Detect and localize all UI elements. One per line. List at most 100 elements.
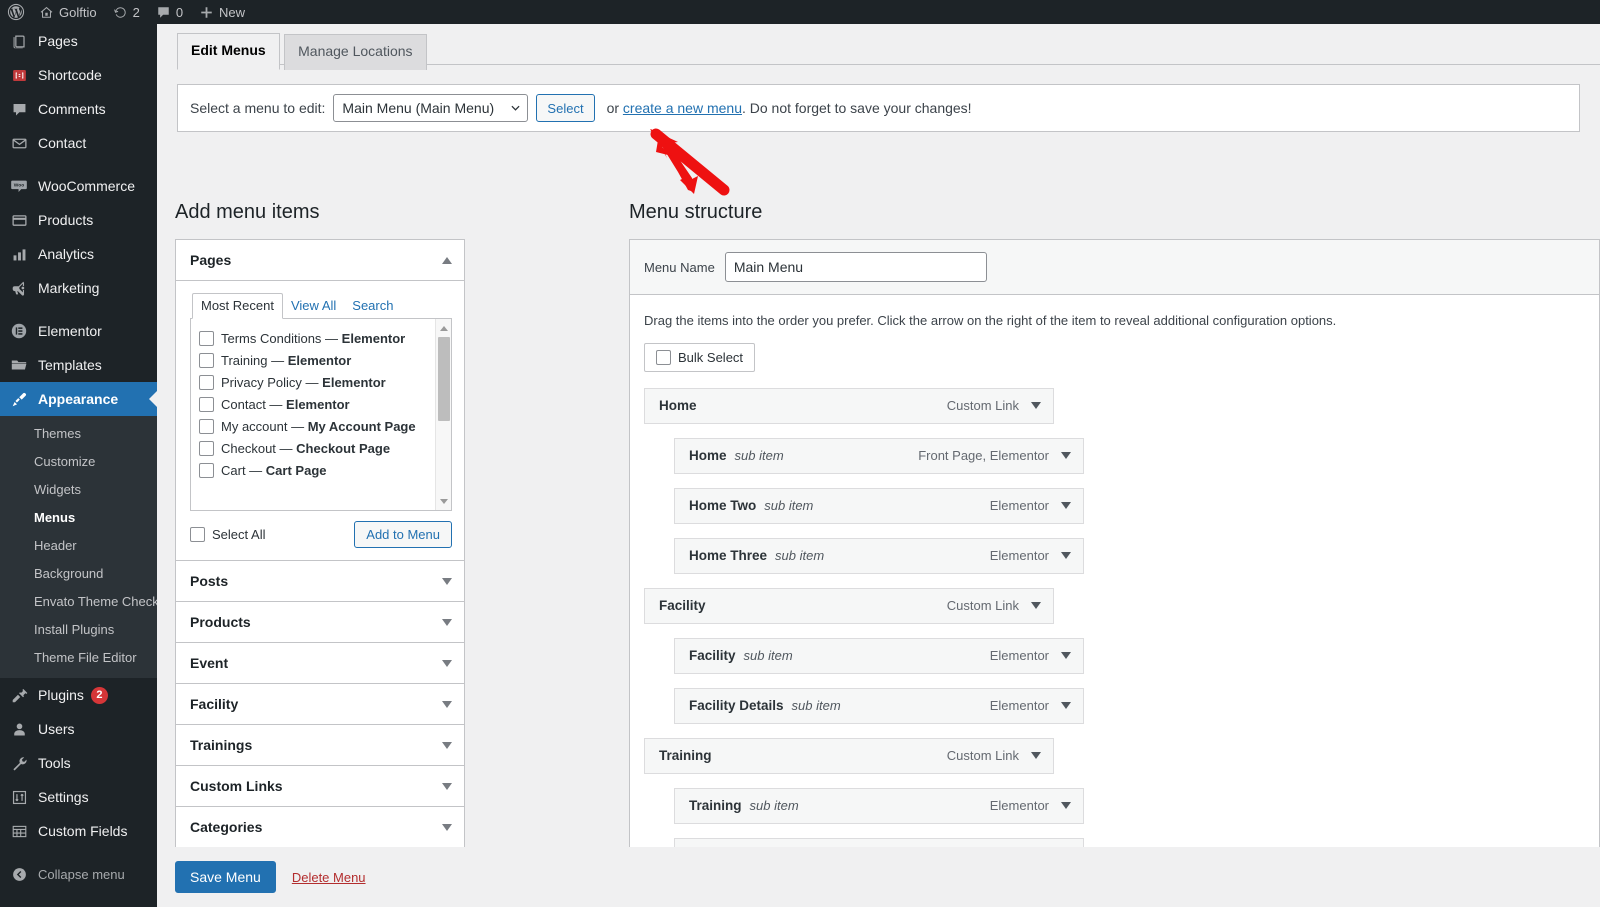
list-item[interactable]: Terms Conditions — Elementor: [199, 327, 433, 349]
chevron-down-icon: [442, 701, 452, 708]
chevron-down-icon[interactable]: [1061, 552, 1071, 559]
select-all-checkbox-row[interactable]: Select All: [190, 527, 265, 542]
menu-item-row[interactable]: Facility sub item Elementor: [674, 638, 1084, 674]
page-checkbox[interactable]: [199, 419, 214, 434]
sidebar-item-marketing[interactable]: Marketing: [0, 271, 157, 305]
chevron-down-icon[interactable]: [1061, 802, 1071, 809]
create-new-menu-link[interactable]: create a new menu: [623, 100, 742, 116]
sidebar-subitem-install-plugins[interactable]: Install Plugins: [0, 616, 157, 644]
menu-name-input[interactable]: [725, 252, 987, 282]
sidebar-item-woocommerce[interactable]: Woo WooCommerce: [0, 169, 157, 203]
sidebar-subitem-menus[interactable]: Menus: [0, 504, 157, 532]
accordion-header-trainings[interactable]: Trainings: [176, 725, 464, 766]
menu-item-row[interactable]: Home Three sub item Elementor: [674, 538, 1084, 574]
sidebar-item-settings[interactable]: Settings: [0, 780, 157, 814]
accordion-header-custom-links[interactable]: Custom Links: [176, 766, 464, 807]
comments-count: 0: [176, 5, 183, 20]
sidebar-subitem-customize[interactable]: Customize: [0, 448, 157, 476]
accordion-header-posts[interactable]: Posts: [176, 561, 464, 602]
menu-item-row[interactable]: Facility Custom Link: [644, 588, 1054, 624]
add-to-menu-button[interactable]: Add to Menu: [354, 521, 452, 548]
list-item[interactable]: Checkout — Checkout Page: [199, 437, 433, 459]
save-menu-button[interactable]: Save Menu: [175, 861, 276, 894]
sidebar-item-elementor[interactable]: Elementor: [0, 314, 157, 348]
bulk-select-toggle[interactable]: Bulk Select: [644, 343, 755, 372]
list-item[interactable]: Cart — Cart Page: [199, 459, 433, 481]
page-checkbox[interactable]: [199, 397, 214, 412]
pages-tab-view-all[interactable]: View All: [283, 294, 344, 318]
sidebar-item-products[interactable]: Products: [0, 203, 157, 237]
chevron-down-icon[interactable]: [1031, 602, 1041, 609]
scrollbar-thumb[interactable]: [438, 337, 450, 421]
sidebar-item-comments[interactable]: Comments: [0, 92, 157, 126]
sidebar-item-users[interactable]: Users: [0, 712, 157, 746]
sidebar-item-appearance[interactable]: Appearance: [0, 382, 157, 416]
sidebar-subitem-header[interactable]: Header: [0, 532, 157, 560]
page-checkbox[interactable]: [199, 463, 214, 478]
create-menu-text: or create a new menu. Do not forget to s…: [607, 100, 972, 116]
menu-item-row[interactable]: Training Custom Link: [644, 738, 1054, 774]
menu-item-row[interactable]: Home sub item Front Page, Elementor: [674, 438, 1084, 474]
select-menu-button[interactable]: Select: [536, 94, 594, 122]
wordpress-logo-button[interactable]: [0, 0, 31, 24]
sidebar-subitem-themes[interactable]: Themes: [0, 420, 157, 448]
sidebar-item-templates[interactable]: Templates: [0, 348, 157, 382]
sidebar-item-tools[interactable]: Tools: [0, 746, 157, 780]
accordion-header-pages[interactable]: Pages: [176, 240, 464, 281]
tab-edit-menus[interactable]: Edit Menus: [177, 33, 280, 70]
list-item[interactable]: My account — My Account Page: [199, 415, 433, 437]
menu-item-row[interactable]: Home Two sub item Elementor: [674, 488, 1084, 524]
menu-select-dropdown[interactable]: Main Menu (Main Menu): [333, 94, 528, 122]
sidebar-item-custom-fields[interactable]: Custom Fields: [0, 814, 157, 848]
delete-menu-link[interactable]: Delete Menu: [292, 870, 366, 885]
appearance-submenu: Themes Customize Widgets Menus Header Ba…: [0, 416, 157, 678]
menu-item-row[interactable]: Home Custom Link: [644, 388, 1054, 424]
comments-button[interactable]: 0: [148, 0, 191, 24]
sidebar-item-shortcode[interactable]: Shortcode: [0, 58, 157, 92]
list-item[interactable]: Contact — Elementor: [199, 393, 433, 415]
chevron-down-icon[interactable]: [1031, 752, 1041, 759]
pages-tab-search[interactable]: Search: [344, 294, 401, 318]
list-item[interactable]: Training — Elementor: [199, 349, 433, 371]
chevron-down-icon[interactable]: [1061, 652, 1071, 659]
pages-checkbox-list[interactable]: Terms Conditions — Elementor Training — …: [190, 319, 452, 511]
sidebar-item-pages[interactable]: Pages: [0, 24, 157, 58]
menu-item-row[interactable]: Training sub item Elementor: [674, 788, 1084, 824]
sidebar-item-label: Products: [38, 212, 93, 228]
scroll-down-arrow-icon[interactable]: [436, 493, 452, 509]
chevron-down-icon: [442, 619, 452, 626]
menu-item-row[interactable]: Facility Details sub item Elementor: [674, 688, 1084, 724]
menu-item-type: Custom Link: [947, 598, 1019, 613]
page-checkbox[interactable]: [199, 375, 214, 390]
chevron-down-icon[interactable]: [1031, 402, 1041, 409]
page-checkbox[interactable]: [199, 331, 214, 346]
updates-button[interactable]: 2: [105, 0, 148, 24]
new-content-button[interactable]: New: [191, 0, 253, 24]
sidebar-subitem-envato-theme-check[interactable]: Envato Theme Check: [0, 588, 157, 616]
accordion-header-categories[interactable]: Categories: [176, 807, 464, 848]
sidebar-collapse-menu-button[interactable]: Collapse menu: [0, 857, 157, 891]
sidebar-item-analytics[interactable]: Analytics: [0, 237, 157, 271]
accordion-header-facility[interactable]: Facility: [176, 684, 464, 725]
list-item[interactable]: Privacy Policy — Elementor: [199, 371, 433, 393]
chevron-down-icon[interactable]: [1061, 702, 1071, 709]
bulk-select-checkbox[interactable]: [656, 350, 671, 365]
pages-tab-most-recent[interactable]: Most Recent: [192, 293, 283, 319]
accordion-header-products[interactable]: Products: [176, 602, 464, 643]
sidebar-subitem-background[interactable]: Background: [0, 560, 157, 588]
sidebar-item-plugins[interactable]: Plugins 2: [0, 678, 157, 712]
tab-manage-locations[interactable]: Manage Locations: [284, 34, 426, 70]
page-checkbox[interactable]: [199, 441, 214, 456]
chevron-down-icon[interactable]: [1061, 452, 1071, 459]
sidebar-subitem-widgets[interactable]: Widgets: [0, 476, 157, 504]
select-all-checkbox[interactable]: [190, 527, 205, 542]
accordion-header-event[interactable]: Event: [176, 643, 464, 684]
site-name-button[interactable]: Golftio: [31, 0, 105, 24]
sidebar-item-contact[interactable]: Contact: [0, 126, 157, 160]
sidebar-subitem-theme-file-editor[interactable]: Theme File Editor: [0, 644, 157, 672]
scroll-up-arrow-icon[interactable]: [436, 320, 452, 336]
page-checkbox[interactable]: [199, 353, 214, 368]
pages-list-scrollbar[interactable]: [435, 319, 451, 510]
menu-select-bar: Select a menu to edit: Main Menu (Main M…: [177, 84, 1580, 132]
chevron-down-icon[interactable]: [1061, 502, 1071, 509]
